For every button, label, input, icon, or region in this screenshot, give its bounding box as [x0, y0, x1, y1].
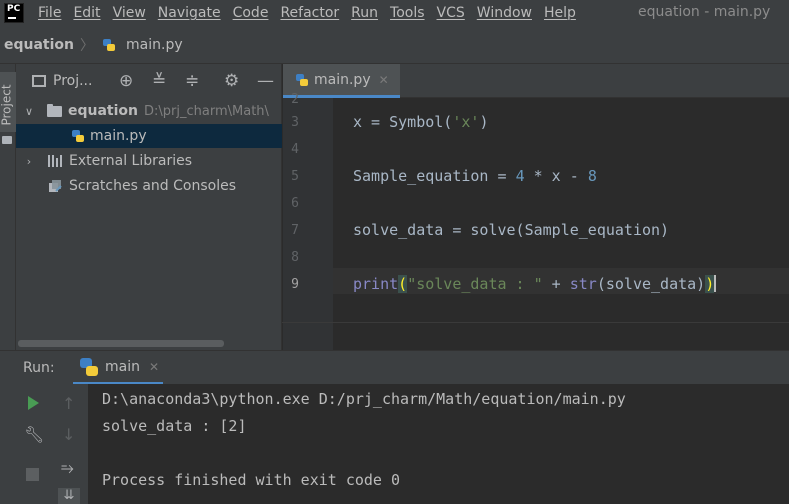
menu-navigate[interactable]: Navigate — [158, 5, 221, 21]
left-tool-stripe: Project — [0, 64, 16, 350]
project-tool-window-button[interactable]: Project — [0, 72, 16, 132]
menu-vcs[interactable]: VCS — [437, 5, 465, 21]
menu-help[interactable]: Help — [544, 5, 576, 21]
rerun-icon[interactable] — [26, 395, 40, 411]
editor-gutter: 2 3 4 5 6 7 8 9 — [283, 92, 333, 350]
line-number: 2 — [291, 92, 299, 107]
project-horizontal-scrollbar[interactable] — [18, 340, 224, 347]
project-view-icon[interactable] — [32, 75, 46, 87]
code-line-7: solve_data = solve(Sample_equation) — [353, 221, 670, 239]
menu-view[interactable]: View — [113, 5, 146, 21]
line-number-current: 9 — [291, 277, 299, 292]
menu-edit[interactable]: Edit — [73, 5, 100, 21]
soft-wrap-icon[interactable]: ⥱ — [61, 460, 74, 476]
menu-window[interactable]: Window — [477, 5, 532, 21]
code-line-5: Sample_equation = 4 * x - 8 — [353, 167, 597, 185]
tree-item-project-root[interactable]: ∨ equation D:\prj_charm\Math\ — [16, 99, 282, 123]
editor-divider — [282, 322, 789, 323]
scratches-icon — [49, 180, 62, 192]
project-stripe-label: Project — [0, 84, 14, 126]
menu-tools[interactable]: Tools — [390, 5, 425, 21]
run-panel-label: Run: — [23, 360, 55, 376]
python-icon — [79, 357, 99, 377]
code-editor[interactable]: x = Symbol('x') Sample_equation = 4 * x … — [333, 98, 789, 350]
menu-refactor[interactable]: Refactor — [280, 5, 339, 21]
line-number: 4 — [291, 142, 299, 157]
project-tool-window: Proj... ⊕ ≚ ≑ ⚙ — ∨ equation D:\prj_char… — [16, 64, 282, 350]
console-line: D:\anaconda3\python.exe D:/prj_charm/Mat… — [102, 390, 626, 408]
editor-tab-bar: main.py ✕ — [283, 64, 789, 98]
project-panel-header: Proj... ⊕ ≚ ≑ ⚙ — — [16, 64, 282, 98]
folder-icon — [2, 136, 12, 144]
expand-arrow-icon[interactable]: ∨ — [22, 105, 36, 118]
python-file-icon — [102, 38, 116, 52]
menu-run[interactable]: Run — [351, 5, 378, 21]
tree-item-main-py[interactable]: main.py — [16, 124, 282, 148]
close-tab-icon[interactable]: ✕ — [149, 360, 159, 374]
python-file-icon — [71, 129, 85, 143]
tree-label-scratches: Scratches and Consoles — [69, 178, 236, 194]
navigation-bar: equation 〉 main.py — [0, 26, 789, 64]
tree-label-main-py: main.py — [90, 128, 147, 144]
logo-text: PC — [7, 4, 21, 14]
gear-icon[interactable]: ⚙ — [224, 72, 239, 90]
expand-all-icon[interactable]: ≚ — [152, 72, 166, 90]
line-number: 3 — [291, 115, 299, 130]
tree-label-external-libraries: External Libraries — [69, 153, 192, 169]
run-console[interactable]: D:\anaconda3\python.exe D:/prj_charm/Mat… — [88, 384, 789, 504]
pycharm-logo-icon: PC — [4, 3, 24, 23]
folder-icon — [47, 103, 62, 117]
menu-file[interactable]: File — [38, 5, 61, 21]
tree-item-external-libraries[interactable]: › External Libraries — [16, 149, 282, 173]
breadcrumb-separator-icon: 〉 — [80, 37, 95, 54]
menu-code[interactable]: Code — [233, 5, 269, 21]
scroll-to-end-icon[interactable]: ⇊ — [58, 488, 80, 504]
menu-bar: PC File Edit View Navigate Code Refactor… — [0, 0, 789, 26]
minimize-icon[interactable]: — — [257, 72, 274, 90]
project-panel-title[interactable]: Proj... — [53, 73, 92, 89]
collapse-all-icon[interactable]: ≑ — [185, 72, 199, 90]
scroll-down-icon[interactable]: ↓ — [62, 427, 75, 443]
run-panel-header: Run: main ✕ — [0, 350, 789, 385]
run-toolbar: ↑ 🔧︎ ↓ ⥱ ⇊ — [0, 384, 88, 504]
window-title: equation - main.py — [638, 4, 771, 20]
stop-icon[interactable] — [26, 468, 39, 481]
close-tab-icon[interactable]: ✕ — [379, 73, 389, 87]
run-tab-main[interactable]: main ✕ — [73, 351, 163, 385]
console-line: solve_data : [2] — [102, 417, 247, 435]
python-file-icon — [295, 73, 309, 87]
code-line-3: x = Symbol('x') — [353, 113, 489, 131]
breadcrumb-file[interactable]: main.py — [126, 37, 183, 53]
line-number: 7 — [291, 223, 299, 238]
locate-icon[interactable]: ⊕ — [119, 72, 133, 90]
code-line-9: print("solve_data : " + str(solve_data)) — [353, 275, 717, 293]
libraries-icon — [48, 155, 63, 167]
breadcrumb-project[interactable]: equation — [4, 37, 74, 53]
tree-path-project: D:\prj_charm\Math\ — [144, 103, 269, 119]
wrench-icon[interactable]: 🔧︎ — [24, 427, 44, 443]
collapsed-arrow-icon[interactable]: › — [22, 155, 36, 168]
line-number: 5 — [291, 169, 299, 184]
text-caret — [714, 275, 717, 292]
run-tab-label: main — [105, 358, 140, 375]
tree-label-project: equation — [68, 103, 139, 119]
scroll-up-icon[interactable]: ↑ — [62, 396, 75, 412]
console-line: Process finished with exit code 0 — [102, 471, 401, 489]
line-number: 6 — [291, 196, 299, 211]
editor-tab-main-py[interactable]: main.py ✕ — [283, 64, 400, 98]
tree-item-scratches[interactable]: Scratches and Consoles — [16, 174, 282, 198]
editor-tab-label: main.py — [314, 71, 371, 88]
line-number: 8 — [291, 250, 299, 265]
